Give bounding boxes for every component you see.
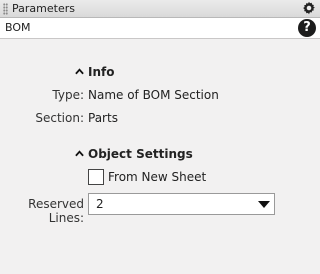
panel-title: Parameters [12,2,75,15]
reserved-lines-label: Reserved Lines: [28,197,84,225]
panel-titlebar: Parameters [0,0,320,18]
section-label: Section: [35,111,84,125]
from-new-sheet-label[interactable]: From New Sheet [108,170,206,184]
info-section-header[interactable]: Info [75,65,114,79]
chevron-up-icon [75,150,84,157]
chevron-up-icon [75,68,84,75]
type-label: Type: [52,88,84,102]
type-value: Name of BOM Section [88,88,219,102]
caret-down-icon[interactable] [258,201,270,208]
reserved-lines-select[interactable]: 2 [88,193,275,215]
gear-icon[interactable] [302,1,316,15]
help-icon[interactable]: ? [298,19,316,37]
section-value: Parts [88,111,118,125]
document-header: BOM ? [0,18,320,38]
reserved-lines-value: 2 [96,197,104,211]
object-settings-section-header[interactable]: Object Settings [75,147,193,161]
from-new-sheet-checkbox[interactable] [88,169,104,185]
document-title: BOM [5,21,31,34]
grip-icon[interactable] [3,3,8,15]
info-section-title: Info [88,65,115,79]
object-settings-section-title: Object Settings [88,147,193,161]
properties-panel: Info Type: Name of BOM Section Section: … [0,38,320,274]
